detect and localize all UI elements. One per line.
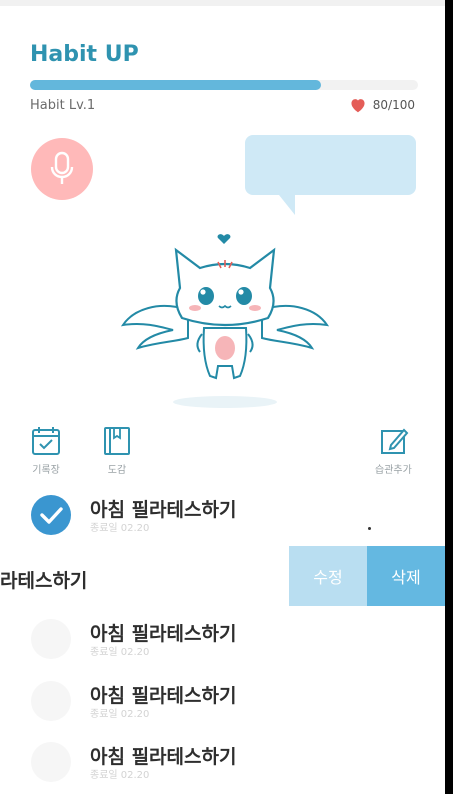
habit-end-date: 종료일 02.20 <box>90 523 150 534</box>
habit-row[interactable]: 아침 필라테스하기 종료일 02.20 <box>0 619 445 663</box>
hp-indicator: 80/100 <box>349 97 415 113</box>
app-screen: Habit UP Habit Lv.1 80/100 기록장 도감 습관추가 아… <box>0 0 445 794</box>
habit-name: 아침 필라테스하기 <box>90 499 237 521</box>
mic-button[interactable] <box>31 138 93 200</box>
swiped-habit-row[interactable]: 라테스하기 수정 삭제 <box>0 546 445 606</box>
add-habit-tool-button[interactable]: 습관추가 <box>375 425 412 476</box>
delete-button[interactable]: 삭제 <box>367 546 445 606</box>
edit-button[interactable]: 수정 <box>289 546 367 606</box>
app-title: Habit UP <box>30 42 139 67</box>
collection-tool-label: 도감 <box>107 465 127 476</box>
habit-name: 아침 필라테스하기 <box>90 746 237 768</box>
habit-row[interactable]: 아침 필라테스하기 종료일 02.20 <box>0 681 445 725</box>
pencil-icon <box>381 428 409 454</box>
log-tool-button[interactable]: 기록장 <box>31 425 61 476</box>
right-edge-bar <box>445 0 453 794</box>
habit-name: 아침 필라테스하기 <box>90 685 237 707</box>
speech-bubble <box>245 135 416 215</box>
collection-tool-button[interactable]: 도감 <box>102 425 132 476</box>
level-progress-bar <box>30 80 418 90</box>
level-label: Habit Lv.1 <box>30 98 96 113</box>
habit-end-date: 종료일 02.20 <box>90 770 150 781</box>
habit-row[interactable]: 아침 필라테스하기 종료일 02.20 <box>0 495 445 539</box>
status-strip <box>0 0 445 6</box>
habit-checkbox[interactable] <box>31 681 71 721</box>
habit-checkbox[interactable] <box>31 619 71 659</box>
book-icon <box>104 427 130 455</box>
habit-end-date: 종료일 02.20 <box>90 647 150 658</box>
check-icon <box>40 507 63 524</box>
habit-checkbox[interactable] <box>31 742 71 782</box>
habit-name: 아침 필라테스하기 <box>90 623 237 645</box>
level-progress-fill <box>30 80 321 90</box>
add-habit-tool-label: 습관추가 <box>375 465 412 476</box>
calendar-check-icon <box>32 427 60 455</box>
habit-row[interactable]: 아침 필라테스하기 종료일 02.20 <box>0 742 445 786</box>
habit-end-date: 종료일 02.20 <box>90 709 150 720</box>
habit-checkbox[interactable] <box>31 495 71 535</box>
heart-icon <box>351 99 365 113</box>
hp-value: 80/100 <box>372 98 415 112</box>
habit-name-partial: 라테스하기 <box>0 570 88 592</box>
log-tool-label: 기록장 <box>32 465 60 476</box>
angel-cat-character <box>120 234 330 408</box>
microphone-icon <box>50 151 74 184</box>
